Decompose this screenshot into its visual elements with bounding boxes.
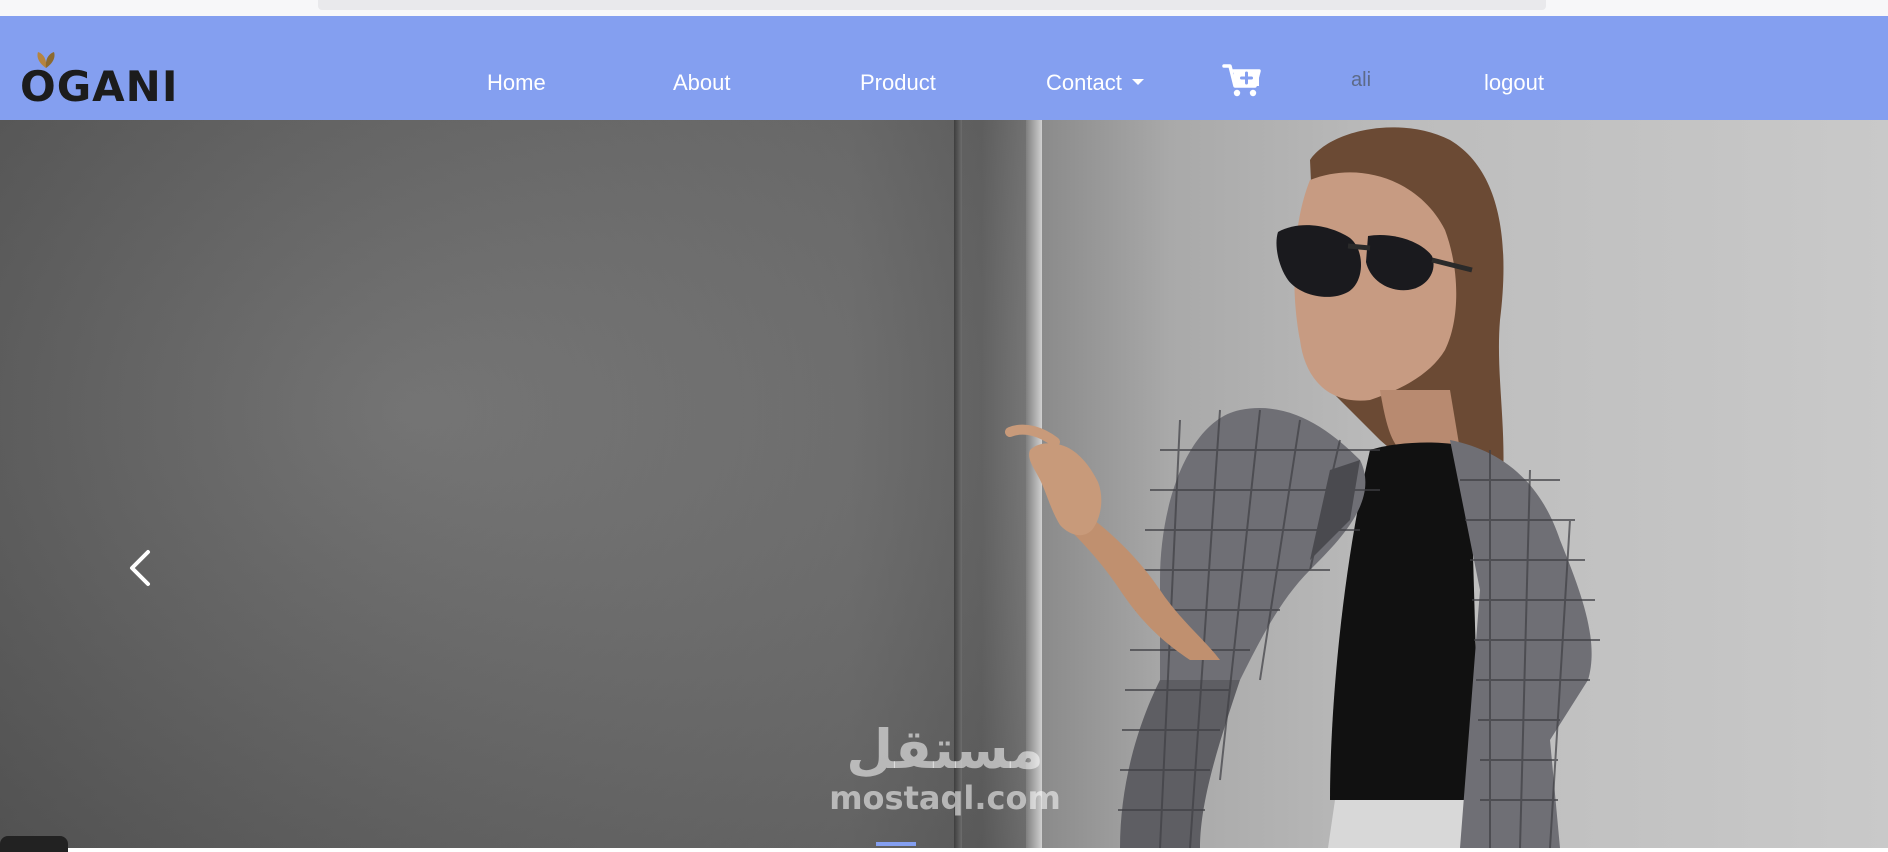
- nav-home-link[interactable]: Home: [487, 70, 546, 98]
- logo[interactable]: OGANI: [20, 48, 190, 111]
- watermark-url: mostaql.com: [829, 779, 1061, 817]
- nav-product-link[interactable]: Product: [860, 70, 936, 98]
- nav-about-link[interactable]: About: [673, 70, 731, 98]
- watermark-arabic: مستقل: [846, 718, 1044, 781]
- browser-top-strip: [0, 0, 1888, 16]
- cart-plus-icon[interactable]: [1222, 62, 1262, 98]
- browser-tab-bar: [318, 0, 1546, 10]
- chevron-left-icon[interactable]: [120, 538, 160, 598]
- user-name: ali: [1351, 69, 1372, 91]
- navbar: OGANI Home About Product Contact ali log…: [0, 16, 1888, 120]
- logout-link[interactable]: logout: [1484, 70, 1544, 98]
- logo-text: OGANI: [20, 62, 179, 111]
- hero-carousel: مستقل mostaql.com: [0, 120, 1888, 848]
- carousel-indicator-active[interactable]: [876, 842, 916, 846]
- corner-badge: [0, 836, 68, 852]
- nav-contact-label: Contact: [1046, 70, 1122, 95]
- nav-contact-dropdown[interactable]: Contact: [1046, 70, 1144, 98]
- watermark: مستقل mostaql.com: [820, 718, 1070, 817]
- caret-down-icon: [1131, 79, 1144, 86]
